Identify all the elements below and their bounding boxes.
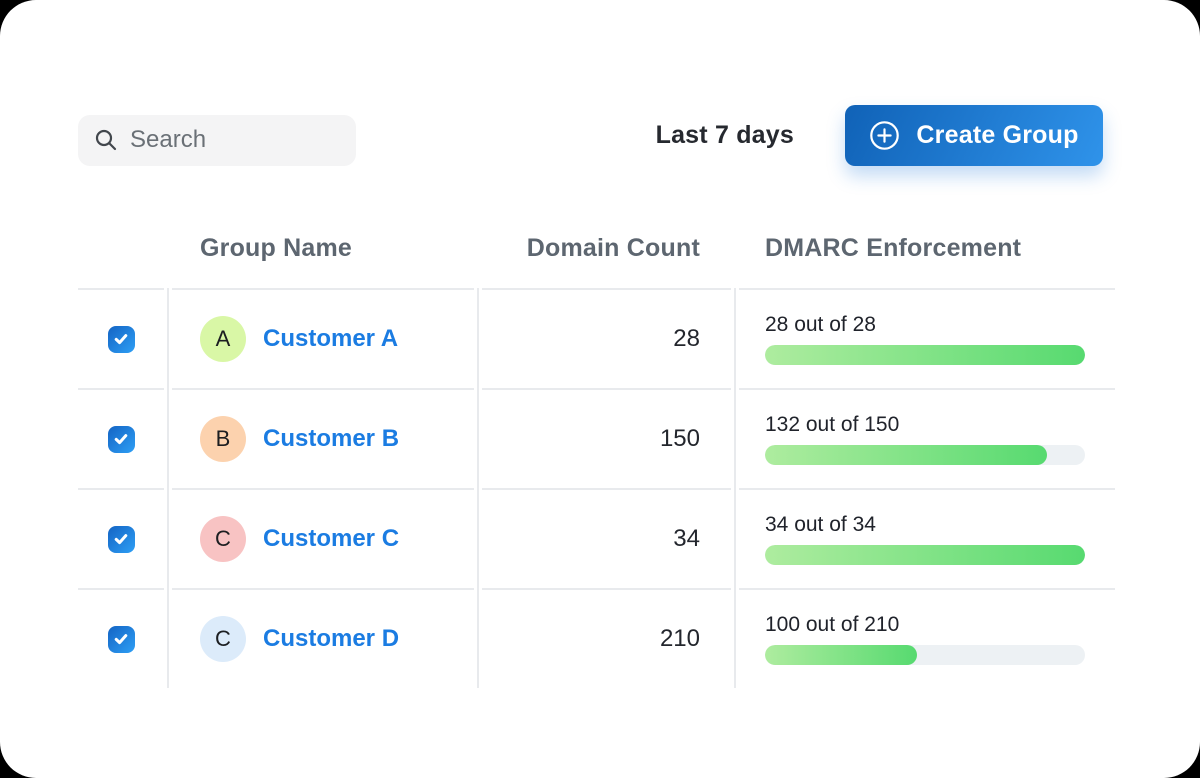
checkmark-icon	[113, 331, 129, 347]
checkmark-icon	[113, 631, 129, 647]
dmarc-ratio-label: 28 out of 28	[765, 313, 1085, 337]
dmarc-progress-fill	[765, 345, 1085, 365]
row-domain-count: 210	[482, 588, 731, 688]
column-divider	[167, 288, 169, 688]
dmarc-progress-fill	[765, 645, 917, 665]
row-domain-count: 28	[482, 288, 731, 388]
search-input[interactable]	[130, 126, 330, 154]
row-domain-count: 150	[482, 388, 731, 488]
search-icon	[94, 128, 118, 152]
create-group-button[interactable]: Create Group	[845, 105, 1103, 166]
row-dmarc-cell: 28 out of 28	[739, 288, 1115, 388]
toolbar: Last 7 days Create Group	[78, 104, 1103, 167]
search-box[interactable]	[78, 115, 356, 166]
header-dmarc-enforcement: DMARC Enforcement	[739, 234, 1115, 288]
column-divider	[734, 288, 736, 688]
app-card: Last 7 days Create Group Group Name Doma…	[0, 0, 1200, 778]
dmarc-ratio-label: 132 out of 150	[765, 413, 1085, 437]
table-row: A Customer A 28 28 out of 28	[78, 288, 1115, 388]
checkmark-icon	[113, 431, 129, 447]
row-dmarc-cell: 100 out of 210	[739, 588, 1115, 688]
dmarc-ratio-label: 34 out of 34	[765, 513, 1085, 537]
avatar: B	[200, 416, 246, 462]
dmarc-progress-track	[765, 545, 1085, 565]
customer-link[interactable]: Customer A	[263, 325, 398, 353]
checkmark-icon	[113, 531, 129, 547]
table-body: A Customer A 28 28 out of 28 B Customer …	[78, 288, 1115, 688]
row-checkbox-cell	[78, 388, 164, 488]
dmarc-progress-track	[765, 645, 1085, 665]
header-domain-count: Domain Count	[482, 234, 731, 288]
avatar: C	[200, 516, 246, 562]
row-checkbox[interactable]	[108, 326, 135, 353]
row-checkbox[interactable]	[108, 626, 135, 653]
avatar: C	[200, 616, 246, 662]
row-name-cell: C Customer D	[172, 588, 474, 688]
row-dmarc-cell: 34 out of 34	[739, 488, 1115, 588]
header-checkbox-column	[78, 263, 164, 288]
row-checkbox-cell	[78, 488, 164, 588]
header-group-name: Group Name	[172, 234, 474, 288]
customer-link[interactable]: Customer C	[263, 525, 399, 553]
row-name-cell: B Customer B	[172, 388, 474, 488]
row-checkbox-cell	[78, 288, 164, 388]
dmarc-progress-fill	[765, 445, 1047, 465]
row-domain-count: 34	[482, 488, 731, 588]
table-header-row: Group Name Domain Count DMARC Enforcemen…	[78, 168, 1115, 288]
customer-link[interactable]: Customer B	[263, 425, 399, 453]
row-name-cell: C Customer C	[172, 488, 474, 588]
row-dmarc-cell: 132 out of 150	[739, 388, 1115, 488]
groups-table: Group Name Domain Count DMARC Enforcemen…	[78, 168, 1115, 688]
date-range-label: Last 7 days	[656, 121, 794, 150]
dmarc-progress-track	[765, 445, 1085, 465]
row-checkbox[interactable]	[108, 426, 135, 453]
dmarc-progress-fill	[765, 545, 1085, 565]
row-name-cell: A Customer A	[172, 288, 474, 388]
create-group-label: Create Group	[916, 121, 1078, 150]
dmarc-ratio-label: 100 out of 210	[765, 613, 1085, 637]
table-row: C Customer D 210 100 out of 210	[78, 588, 1115, 688]
avatar: A	[200, 316, 246, 362]
table-row: C Customer C 34 34 out of 34	[78, 488, 1115, 588]
row-checkbox[interactable]	[108, 526, 135, 553]
table-row: B Customer B 150 132 out of 150	[78, 388, 1115, 488]
column-divider	[477, 288, 479, 688]
row-checkbox-cell	[78, 588, 164, 688]
dmarc-progress-track	[765, 345, 1085, 365]
customer-link[interactable]: Customer D	[263, 625, 399, 653]
plus-circle-icon	[869, 120, 900, 151]
